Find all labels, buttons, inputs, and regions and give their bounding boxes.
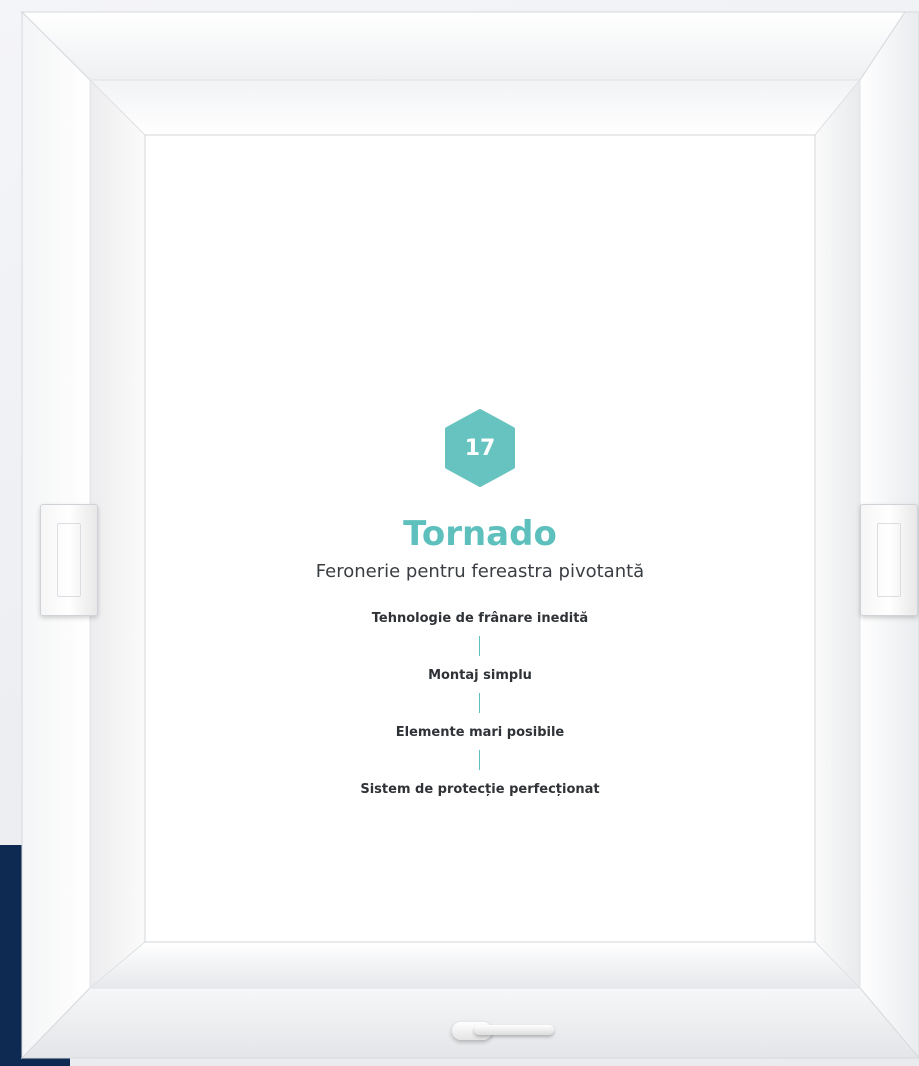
window-handle — [452, 1020, 556, 1042]
feature-divider — [479, 693, 481, 713]
product-subtitle: Feronerie pentru fereastra pivotantă — [315, 561, 645, 582]
feature-item: Sistem de protecție perfecționat — [360, 782, 600, 797]
left-hinge — [40, 504, 98, 616]
feature-divider — [479, 636, 481, 656]
right-hinge — [860, 504, 918, 616]
feature-item: Montaj simplu — [428, 668, 532, 683]
feature-list: Tehnologie de frânare inedită Montaj sim… — [360, 610, 599, 799]
product-info: 17 Tornado Feronerie pentru fereastra pi… — [145, 400, 815, 799]
feature-item: Elemente mari posibile — [395, 725, 565, 740]
number-badge: 17 — [443, 408, 517, 488]
feature-divider — [479, 750, 481, 770]
badge-number: 17 — [464, 435, 496, 461]
feature-item: Tehnologie de frânare inedită — [371, 611, 589, 626]
product-title: Tornado — [403, 514, 557, 554]
